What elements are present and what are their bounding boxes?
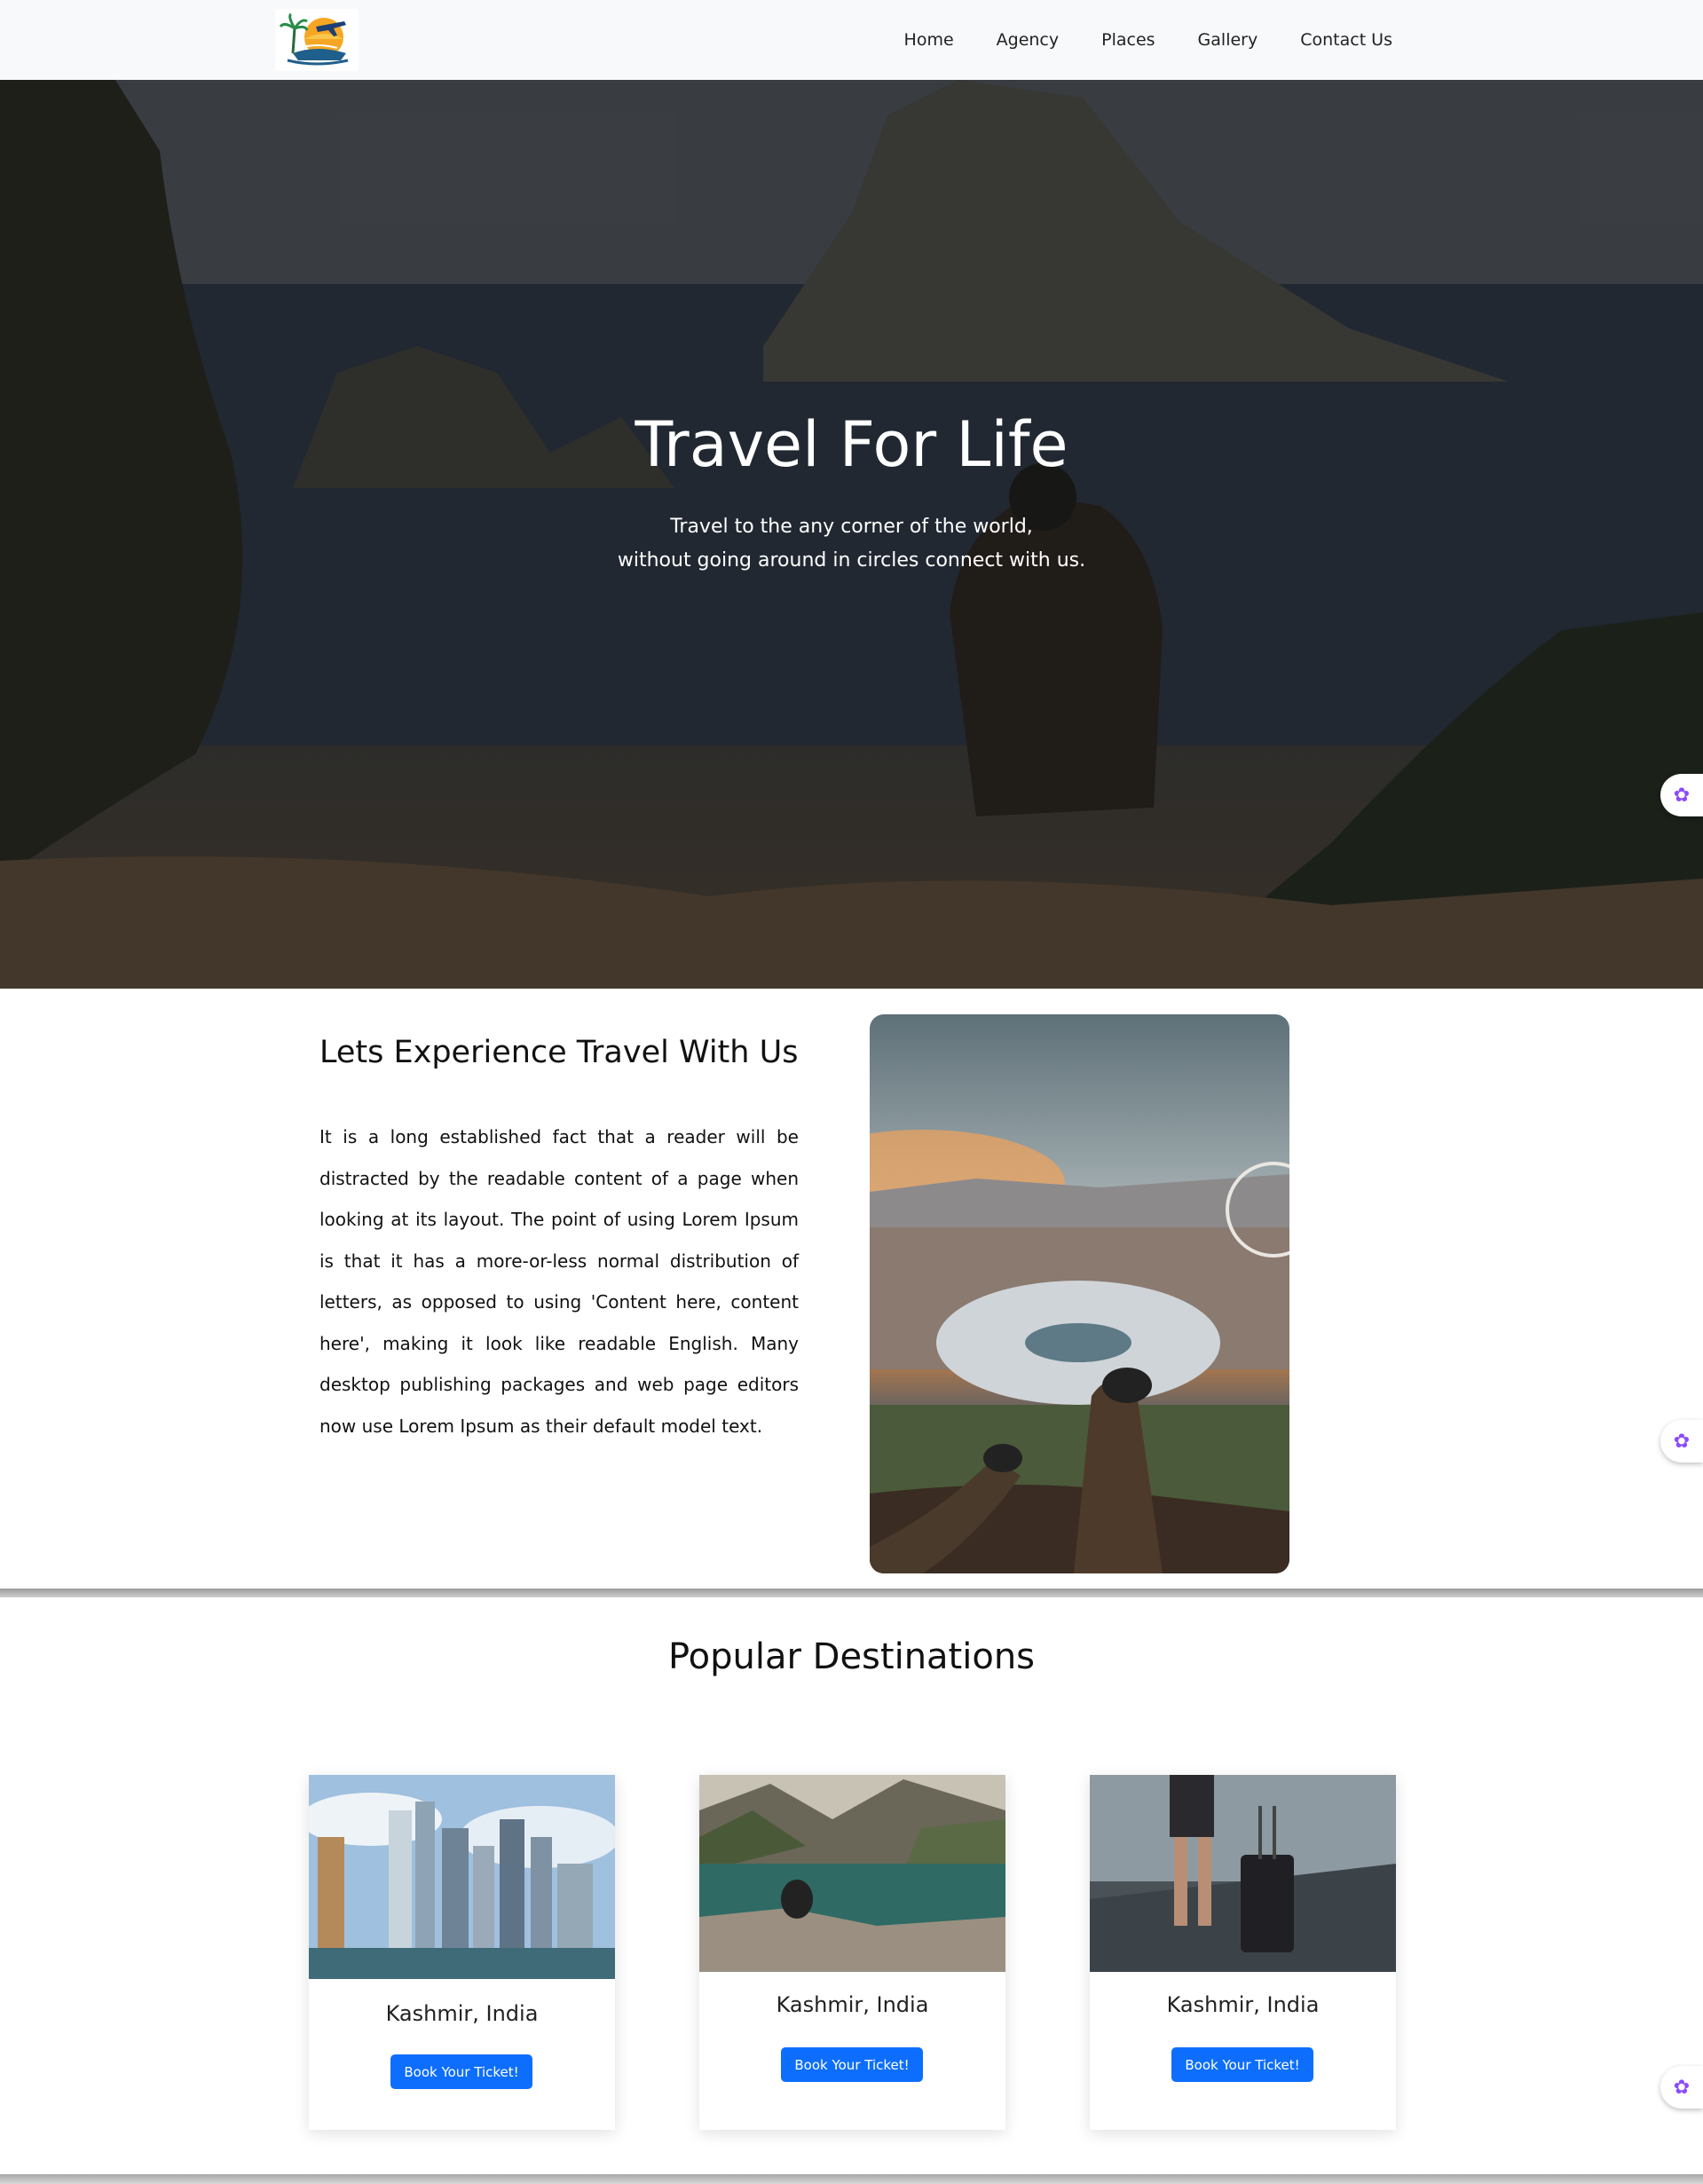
about-body: It is a long established fact that a rea… [319,1126,799,1437]
destination-card: Kashmir, India Book Your Ticket! [309,1775,615,2130]
hero-subtitle: Travel to the any corner of the world, w… [0,510,1703,578]
book-ticket-button[interactable]: Book Your Ticket! [781,2047,923,2082]
card-image-city [309,1775,615,1979]
navbar: Home Agency Places Gallery Contact Us [0,0,1703,80]
about-photo [870,1014,1289,1573]
book-ticket-button[interactable]: Book Your Ticket! [1171,2047,1313,2082]
side-widget-button[interactable]: ✿ [1660,1420,1703,1463]
section-divider [0,2174,1703,2184]
side-widget-button[interactable]: ✿ [1660,774,1703,816]
destination-card: Kashmir, India Book Your Ticket! [699,1775,1005,2130]
destination-card: Kashmir, India Book Your Ticket! [1090,1775,1396,2130]
nav-link-gallery[interactable]: Gallery [1198,30,1258,50]
card-image-lake [699,1775,1005,1972]
brain-icon: ✿ [1673,1430,1691,1453]
brand-logo[interactable] [275,9,359,71]
about-heading: Lets Experience Travel With Us [319,1035,799,1070]
hero-subtitle-line-1: Travel to the any corner of the world, [670,516,1033,538]
book-ticket-button[interactable]: Book Your Ticket! [390,2054,532,2089]
nav-link-contact-us[interactable]: Contact Us [1300,30,1392,50]
card-title: Kashmir, India [385,2001,539,2026]
nav-link-agency[interactable]: Agency [997,30,1059,50]
brain-icon: ✿ [1673,784,1691,807]
hero-title: Travel For Life [635,408,1068,481]
section-divider [0,1589,1703,1597]
hero-section: Travel For Life Travel to the any corner… [0,80,1703,989]
card-title: Kashmir, India [776,1992,929,2017]
brain-icon: ✿ [1673,2076,1691,2099]
hero-subtitle-line-2: without going around in circles connect … [617,549,1086,572]
about-section [0,989,1703,1592]
nav-link-places[interactable]: Places [1101,30,1155,50]
nav-link-home[interactable]: Home [904,30,954,50]
nav-links: Home Agency Places Gallery Contact Us [904,0,1392,80]
side-widget-button[interactable]: ✿ [1660,2066,1703,2109]
card-image-traveler [1090,1775,1396,1972]
card-title: Kashmir, India [1166,1992,1320,2017]
destinations-heading: Popular Destinations [667,1636,1036,1677]
